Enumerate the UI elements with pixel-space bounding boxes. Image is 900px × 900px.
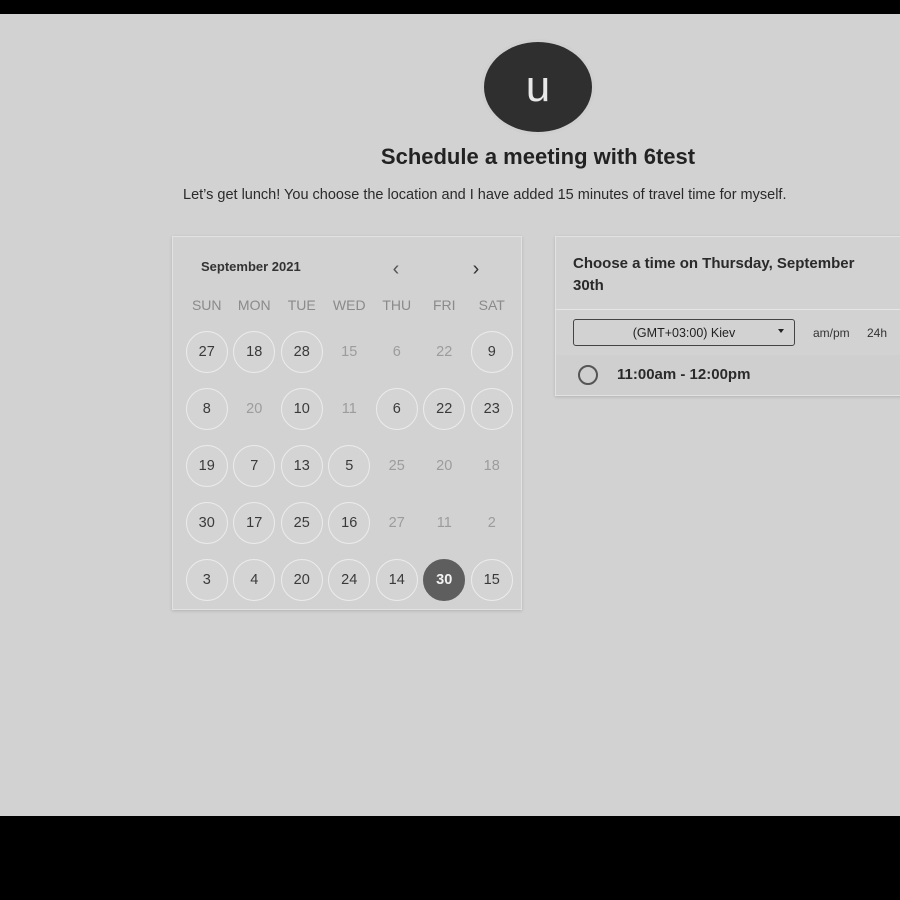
timezone-select[interactable]: (GMT+03:00) Kiev — [573, 319, 795, 346]
calendar-day[interactable]: 15 — [470, 559, 513, 601]
calendar-day[interactable]: 10 — [280, 388, 323, 430]
calendar-day[interactable]: 5 — [328, 445, 371, 487]
calendar-day[interactable]: 8 — [185, 388, 228, 430]
calendar-day[interactable]: 20 — [280, 559, 323, 601]
time-selection-panel: Choose a time on Thursday, September 30t… — [555, 236, 900, 396]
calendar-day: 27 — [388, 515, 405, 531]
calendar-day: 15 — [341, 344, 358, 360]
weekday-label: WED — [332, 297, 366, 313]
calendar-day: 25 — [388, 458, 405, 474]
calendar-day[interactable]: 24 — [328, 559, 371, 601]
avatar: u — [484, 42, 592, 132]
page-title: Schedule a meeting with 6test — [380, 144, 696, 169]
weekday-label: THU — [382, 297, 412, 313]
calendar-day[interactable]: 16 — [328, 502, 371, 544]
calendar-day[interactable]: 25 — [280, 502, 323, 544]
weekday-label: SAT — [478, 297, 505, 313]
calendar: September 2021 ‹ › SUN MON TUE WED THU F… — [172, 236, 522, 610]
calendar-day[interactable]: 30 — [185, 502, 228, 544]
calendar-day[interactable]: 28 — [280, 331, 323, 373]
format-ampm-toggle[interactable]: am/pm — [813, 326, 850, 340]
calendar-day: 22 — [436, 344, 453, 360]
weekday-label: MON — [237, 297, 271, 313]
calendar-day: 20 — [246, 401, 263, 417]
calendar-day[interactable]: 14 — [375, 559, 418, 601]
calendar-day[interactable]: 13 — [280, 445, 323, 487]
calendar-day-selected[interactable]: 30 — [423, 559, 466, 601]
calendar-day[interactable]: 17 — [233, 502, 276, 544]
calendar-day: 20 — [436, 458, 453, 474]
weekday-label: SUN — [191, 297, 222, 313]
calendar-day: 11 — [341, 401, 357, 417]
calendar-day[interactable]: 9 — [470, 331, 513, 373]
chevron-left-icon[interactable]: ‹ — [381, 254, 411, 284]
calendar-day: 2 — [487, 515, 496, 531]
weekday-label: FRI — [432, 297, 456, 313]
calendar-weekdays: SUN MON TUE WED THU FRI SAT — [183, 297, 519, 313]
calendar-day[interactable]: 19 — [185, 445, 228, 487]
calendar-days-grid: 27 18 28 15 6 22 9 8 20 10 11 6 22 23 19 7 13 5 25 20 18 30 17… — [183, 331, 519, 601]
time-panel-heading: Choose a time on Thursday, September 30t… — [573, 255, 855, 294]
weekday-label: TUE — [287, 297, 316, 313]
calendar-day[interactable]: 22 — [423, 388, 466, 430]
scheduling-page: u Schedule a meeting with 6test Let’s ge… — [0, 14, 900, 816]
time-slot[interactable]: 11:00am - 12:00pm — [556, 355, 900, 395]
avatar-initial: u — [525, 62, 551, 111]
calendar-day: 6 — [392, 344, 401, 360]
meeting-description: Let’s get lunch! You choose the location… — [183, 187, 787, 203]
format-24h-toggle[interactable]: 24h — [867, 326, 887, 340]
calendar-day[interactable]: 4 — [233, 559, 276, 601]
calendar-day[interactable]: 6 — [375, 388, 418, 430]
calendar-day[interactable]: 27 — [185, 331, 228, 373]
chevron-right-icon[interactable]: › — [461, 254, 491, 284]
calendar-day[interactable]: 3 — [185, 559, 228, 601]
calendar-day: 11 — [436, 515, 452, 531]
time-slot-label: 11:00am - 12:00pm — [617, 366, 751, 383]
calendar-day: 18 — [483, 458, 500, 474]
timezone-value: (GMT+03:00) Kiev — [632, 325, 736, 340]
calendar-day[interactable]: 7 — [233, 445, 276, 487]
divider — [556, 309, 900, 310]
calendar-day[interactable]: 18 — [233, 331, 276, 373]
radio-button[interactable] — [578, 365, 598, 385]
calendar-day[interactable]: 23 — [470, 388, 513, 430]
calendar-month-label: September 2021 — [201, 259, 301, 274]
caret-down-icon — [778, 329, 784, 333]
